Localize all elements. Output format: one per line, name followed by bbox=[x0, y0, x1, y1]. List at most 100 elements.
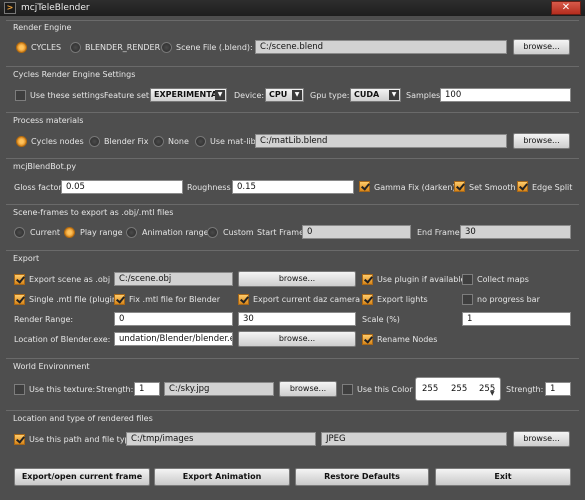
export-title: Export bbox=[13, 254, 40, 263]
export-animation-button[interactable]: Export Animation bbox=[154, 468, 290, 486]
radio-play-range[interactable] bbox=[64, 227, 75, 238]
use-texture-checkbox[interactable] bbox=[14, 384, 25, 395]
gpu-type-value: CUDA bbox=[354, 90, 380, 99]
texture-path-field[interactable]: C:/sky.jpg bbox=[164, 382, 274, 396]
device-label: Device: bbox=[234, 91, 265, 100]
chevron-down-icon: ▼ bbox=[292, 90, 302, 100]
fix-mtl-checkbox[interactable] bbox=[114, 294, 125, 305]
set-smooth-label: Set Smooth bbox=[469, 183, 516, 192]
scale-label: Scale (%) bbox=[362, 315, 400, 324]
texture-strength-field[interactable]: 1 bbox=[134, 382, 160, 396]
texture-strength-label: Strength: bbox=[96, 385, 134, 394]
texture-browse-button[interactable]: browse... bbox=[279, 381, 337, 397]
blendbot-title: mcjBlendBot.py bbox=[13, 162, 77, 171]
radio-cycles-nodes[interactable] bbox=[16, 136, 27, 147]
export-camera-checkbox[interactable] bbox=[238, 294, 249, 305]
color-strength-label: Strength: bbox=[506, 385, 544, 394]
set-smooth-checkbox[interactable] bbox=[454, 181, 465, 192]
output-path-field[interactable]: C:/tmp/images bbox=[126, 432, 316, 446]
scene-browse-button[interactable]: browse... bbox=[513, 39, 570, 55]
matlib-browse-button[interactable]: browse... bbox=[513, 133, 570, 149]
color-picker[interactable]: 255 255 255 ▼ bbox=[415, 377, 501, 401]
scale-field[interactable]: 1 bbox=[462, 312, 571, 326]
export-lights-label: Export lights bbox=[377, 295, 428, 304]
restore-defaults-button[interactable]: Restore Defaults bbox=[295, 468, 429, 486]
output-title: Location and type of rendered files bbox=[13, 414, 153, 423]
app-icon: > bbox=[4, 2, 16, 14]
samples-field[interactable]: 100 bbox=[440, 88, 571, 102]
start-frame-field[interactable]: 0 bbox=[302, 225, 411, 239]
no-progress-checkbox[interactable] bbox=[462, 294, 473, 305]
roughness-field[interactable]: 0.15 bbox=[232, 180, 354, 194]
chevron-down-icon: ▼ bbox=[389, 90, 399, 100]
scene-file-field[interactable]: C:/scene.blend bbox=[255, 40, 507, 54]
feature-set-dropdown[interactable]: EXPERIMENTAL ▼ bbox=[150, 88, 227, 102]
samples-label: Samples bbox=[406, 91, 441, 100]
blender-browse-button[interactable]: browse... bbox=[238, 331, 356, 347]
gamma-fix-checkbox[interactable] bbox=[359, 181, 370, 192]
collect-maps-checkbox[interactable] bbox=[462, 274, 473, 285]
obj-browse-button[interactable]: browse... bbox=[238, 271, 356, 287]
export-camera-label: Export current daz camera bbox=[253, 295, 361, 304]
single-mtl-checkbox[interactable] bbox=[14, 294, 25, 305]
radio-use-matlib-label: Use mat-lib bbox=[210, 137, 256, 146]
rename-nodes-checkbox[interactable] bbox=[362, 334, 373, 345]
radio-none[interactable] bbox=[153, 136, 164, 147]
gpu-type-label: Gpu type: bbox=[310, 91, 350, 100]
use-texture-label: Use this texture: bbox=[29, 385, 96, 394]
close-button[interactable]: ✕ bbox=[551, 1, 581, 15]
rename-nodes-label: Rename Nodes bbox=[377, 335, 438, 344]
radio-use-matlib[interactable] bbox=[195, 136, 206, 147]
gloss-factor-label: Gloss factor bbox=[14, 183, 62, 192]
exit-button[interactable]: Exit bbox=[435, 468, 571, 486]
radio-current[interactable] bbox=[14, 227, 25, 238]
window-title: mcjTeleBlender bbox=[21, 3, 90, 13]
render-engine-title: Render Engine bbox=[13, 23, 72, 32]
use-path-label: Use this path and file type bbox=[29, 435, 135, 444]
use-color-label: Use this Color bbox=[357, 385, 413, 394]
title-bar: > mcjTeleBlender ✕ bbox=[0, 0, 585, 16]
color-strength-field[interactable]: 1 bbox=[545, 382, 571, 396]
radio-animation-range[interactable] bbox=[126, 227, 137, 238]
radio-blender-render-label: BLENDER_RENDER bbox=[85, 43, 161, 52]
scene-frames-title: Scene-frames to export as .obj/.mtl file… bbox=[13, 208, 174, 217]
range-end-field[interactable]: 30 bbox=[238, 312, 356, 326]
blender-location-label: Location of Blender.exe: bbox=[14, 335, 111, 344]
radio-scene-file[interactable] bbox=[161, 42, 172, 53]
radio-cycles-label: CYCLES bbox=[31, 43, 62, 52]
export-frame-button[interactable]: Export/open current frame bbox=[14, 468, 150, 486]
obj-path-field[interactable]: C:/scene.obj bbox=[114, 272, 233, 286]
radio-blender-render[interactable] bbox=[70, 42, 81, 53]
edge-split-checkbox[interactable] bbox=[517, 181, 528, 192]
export-lights-checkbox[interactable] bbox=[362, 294, 373, 305]
use-path-checkbox[interactable] bbox=[14, 434, 25, 445]
world-title: World Environment bbox=[13, 362, 90, 371]
file-type-field[interactable]: JPEG bbox=[321, 432, 507, 446]
end-frame-label: End Frame bbox=[417, 228, 460, 237]
radio-cycles[interactable] bbox=[16, 42, 27, 53]
export-scene-checkbox[interactable] bbox=[14, 274, 25, 285]
feature-set-value: EXPERIMENTAL bbox=[154, 90, 223, 99]
radio-custom[interactable] bbox=[207, 227, 218, 238]
end-frame-field[interactable]: 30 bbox=[460, 225, 571, 239]
no-progress-label: no progress bar bbox=[477, 295, 540, 304]
gloss-factor-field[interactable]: 0.05 bbox=[61, 180, 183, 194]
device-value: CPU bbox=[269, 90, 288, 99]
use-settings-checkbox[interactable] bbox=[15, 90, 26, 101]
process-materials-title: Process materials bbox=[13, 116, 84, 125]
gpu-type-dropdown[interactable]: CUDA ▼ bbox=[350, 88, 401, 102]
use-plugin-checkbox[interactable] bbox=[362, 274, 373, 285]
radio-blender-fix[interactable] bbox=[89, 136, 100, 147]
single-mtl-label: Single .mtl file (plugin) bbox=[29, 295, 121, 304]
radio-current-label: Current bbox=[30, 228, 61, 237]
matlib-field[interactable]: C:/matLib.blend bbox=[255, 134, 507, 148]
export-scene-label: Export scene as .obj bbox=[29, 275, 111, 284]
range-start-field[interactable]: 0 bbox=[114, 312, 233, 326]
use-color-checkbox[interactable] bbox=[342, 384, 353, 395]
output-browse-button[interactable]: browse... bbox=[513, 431, 570, 447]
blender-path-field[interactable]: undation/Blender/blender.exe bbox=[114, 332, 233, 346]
device-dropdown[interactable]: CPU ▼ bbox=[265, 88, 304, 102]
gamma-fix-label: Gamma Fix (darken) bbox=[374, 183, 456, 192]
radio-custom-label: Custom bbox=[223, 228, 254, 237]
use-plugin-label: Use plugin if available bbox=[377, 275, 466, 284]
